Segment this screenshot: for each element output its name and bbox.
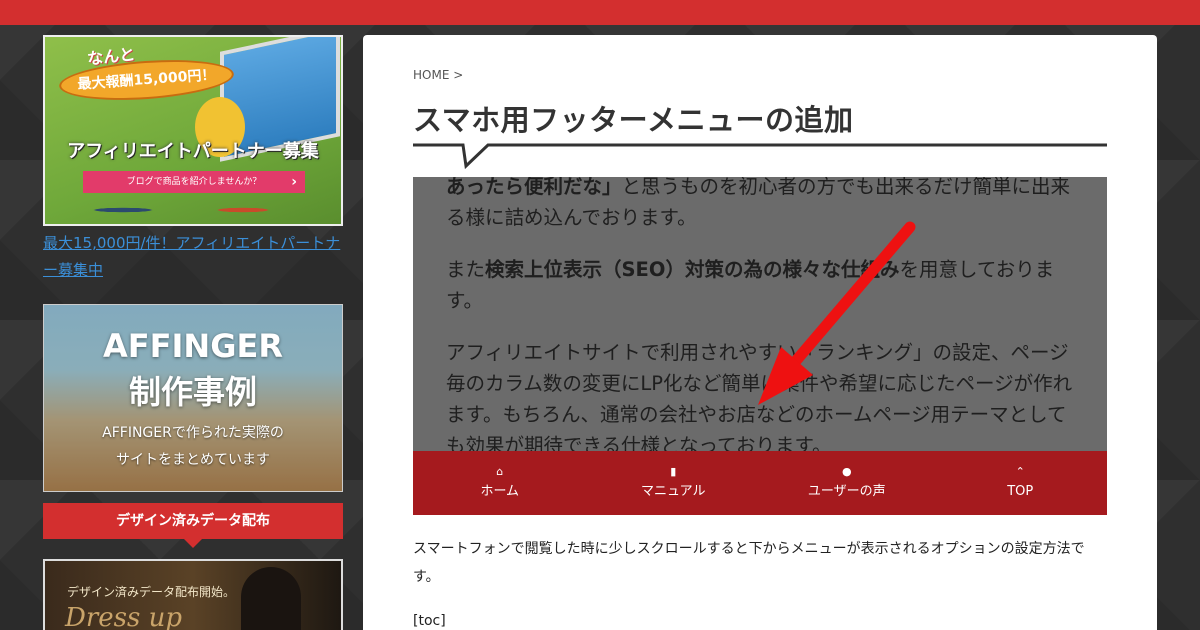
banner-heading-line1: AFFINGER bbox=[103, 327, 283, 365]
article-card: HOME > スマホ用フッターメニューの追加 あったら便利だな」と思うものを初心… bbox=[363, 35, 1157, 630]
banner-cta[interactable]: ブログで商品を紹介しませんか？ › bbox=[83, 171, 305, 193]
double-chevron-up-icon: ⌃ bbox=[1015, 465, 1025, 478]
footer-menu-label: ユーザーの声 bbox=[807, 484, 886, 499]
banner-cta-label: ブログで商品を紹介しませんか？ bbox=[126, 177, 262, 187]
book-icon: ▮ bbox=[670, 465, 677, 478]
sidebar-section-heading: デザイン済みデータ配布 bbox=[43, 503, 343, 548]
home-icon: ⌂ bbox=[496, 465, 504, 478]
footer-menu-home[interactable]: ⌂ ホーム bbox=[413, 451, 587, 515]
banner-heading-line2: 制作事例 bbox=[128, 373, 257, 411]
footer-menu-label: TOP bbox=[1007, 484, 1034, 499]
footer-menu-top[interactable]: ⌃ TOP bbox=[934, 451, 1108, 515]
article-lead: スマートフォンで閲覧した時に少しスクロールすると下からメニューが表示されるオプシ… bbox=[413, 541, 1085, 585]
dress-up-banner[interactable]: デザイン済みデータ配布開始。 Dress up bbox=[43, 559, 343, 630]
footer-menu-label: ホーム bbox=[480, 484, 520, 499]
model-silhouette bbox=[241, 567, 301, 630]
people-illustration bbox=[75, 195, 315, 224]
title-underline bbox=[413, 143, 1107, 170]
sidebar: なんと 最大報酬15,000円！ アフィリエイトパートナー募集 ブログで商品を紹… bbox=[43, 35, 343, 630]
footer-menu-user-voices[interactable]: ● ユーザーの声 bbox=[760, 451, 934, 515]
dress-up-script: Dress up bbox=[65, 603, 182, 630]
banner-title: アフィリエイトパートナー募集 bbox=[67, 141, 319, 162]
dress-up-caption: デザイン済みデータ配布開始。 bbox=[67, 585, 236, 599]
banner-sub-line2: サイトをまとめています bbox=[116, 452, 270, 468]
toc-shortcode: [toc] bbox=[413, 613, 446, 629]
section-heading-label: デザイン済みデータ配布 bbox=[116, 513, 270, 529]
footer-menu-label: マニュアル bbox=[640, 484, 706, 499]
affinger-showcase-banner[interactable]: AFFINGER 制作事例 AFFINGERで作られた実際の サイトをまとめてい… bbox=[43, 304, 343, 492]
breadcrumb[interactable]: HOME > bbox=[413, 68, 463, 82]
footer-menu: ⌂ ホーム ▮ マニュアル ● ユーザーの声 ⌃ TOP bbox=[413, 451, 1107, 515]
banner-sub-line1: AFFINGERで作られた実際の bbox=[102, 425, 284, 441]
affiliate-banner[interactable]: なんと 最大報酬15,000円！ アフィリエイトパートナー募集 ブログで商品を紹… bbox=[43, 35, 343, 226]
chevron-right-icon: › bbox=[291, 174, 297, 190]
affiliate-link[interactable]: 最大15,000円/件！アフィリエイトパートナー募集中 bbox=[43, 230, 343, 284]
footer-menu-manual[interactable]: ▮ マニュアル bbox=[587, 451, 761, 515]
heading-pointer bbox=[183, 538, 203, 548]
top-accent-bar bbox=[0, 0, 1200, 25]
reward-badge: 最大報酬15,000円！ bbox=[57, 54, 236, 106]
page-title: スマホ用フッターメニューの追加 bbox=[413, 103, 854, 137]
article-screenshot: あったら便利だな」と思うものを初心者の方でも出来るだけ簡単に出来る様に詰め込んで… bbox=[413, 177, 1107, 515]
comments-icon: ● bbox=[841, 465, 852, 478]
